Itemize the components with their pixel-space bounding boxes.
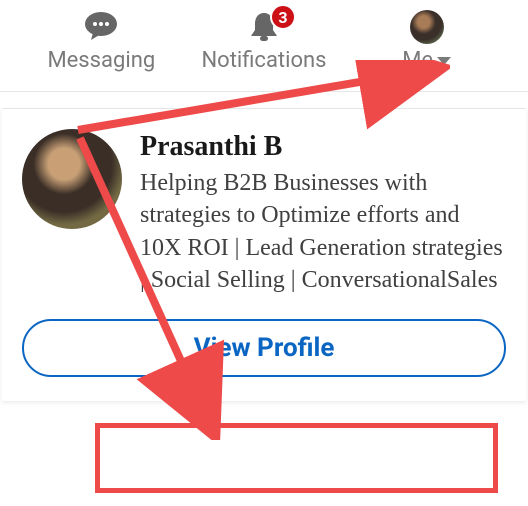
avatar-large xyxy=(22,129,122,229)
profile-headline: Helping B2B Businesses with strategies t… xyxy=(140,167,506,297)
profile-text: Prasanthi B Helping B2B Businesses with … xyxy=(140,129,506,297)
nav-me[interactable]: Me xyxy=(357,10,497,73)
nav-messaging-label: Messaging xyxy=(47,48,155,73)
profile-summary[interactable]: Prasanthi B Helping B2B Businesses with … xyxy=(22,129,506,297)
nav-notifications-label: Notifications xyxy=(201,48,326,73)
me-dropdown: Prasanthi B Helping B2B Businesses with … xyxy=(2,108,526,401)
avatar-icon xyxy=(410,10,444,44)
avatar-small xyxy=(410,10,444,44)
annotation-highlight-box xyxy=(95,423,498,493)
profile-name: Prasanthi B xyxy=(140,131,506,163)
nav-notifications[interactable]: 3 Notifications xyxy=(194,10,334,73)
nav-me-row: Me xyxy=(402,48,451,73)
view-profile-button[interactable]: View Profile xyxy=(22,319,506,377)
bell-icon: 3 xyxy=(246,10,282,44)
top-navbar: Messaging 3 Notifications Me xyxy=(0,0,528,92)
nav-messaging[interactable]: Messaging xyxy=(31,10,171,73)
chevron-down-icon xyxy=(437,57,451,65)
nav-me-label: Me xyxy=(402,48,433,73)
messaging-icon xyxy=(81,10,121,44)
notification-badge: 3 xyxy=(270,4,296,30)
